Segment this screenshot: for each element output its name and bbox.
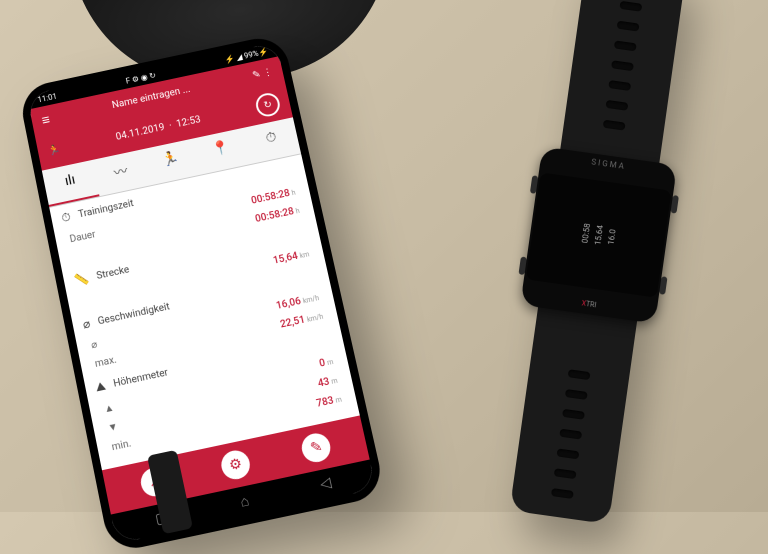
activity-date: 04.11.2019 xyxy=(115,122,166,143)
watch-brand-label: SIGMA xyxy=(591,157,627,171)
watch-button-bottom-left[interactable] xyxy=(518,256,526,275)
watch-button-top-right[interactable] xyxy=(670,195,678,214)
watch-button-bottom-right[interactable] xyxy=(659,276,667,295)
watch-model-label: XTRI xyxy=(581,299,597,309)
nav-back[interactable]: ◁ xyxy=(319,474,334,493)
distance-icon: 📏 xyxy=(73,271,90,288)
watch-band-bottom xyxy=(512,364,629,505)
section-title-label: Strecke xyxy=(95,264,130,282)
smartphone: 11:01 F ⚙ ◉ ↻ ⚡ ◢ 99%⚡ ≡ Name eintragen … xyxy=(18,33,387,554)
section-title-label: Trainingszeit xyxy=(77,198,134,220)
value-strecke: 15,64 xyxy=(272,251,299,267)
header-actions[interactable]: ✎ ⋮ xyxy=(251,67,273,82)
nav-home[interactable]: ⌂ xyxy=(239,492,251,511)
speed-icon: ⌀ xyxy=(82,316,92,331)
status-time: 11:01 xyxy=(37,92,58,105)
elevation-icon: ⛰ xyxy=(94,379,107,396)
smartwatch: SIGMA 00:58 15.64 16.0 XTRI xyxy=(510,0,687,524)
activity-time: 12:53 xyxy=(175,114,201,129)
watch-band-top xyxy=(564,0,684,136)
watch-line-3: 16.0 xyxy=(606,229,617,246)
label-dauer: Dauer xyxy=(69,229,97,245)
watch-body: SIGMA 00:58 15.64 16.0 XTRI xyxy=(520,146,677,323)
watch-screen[interactable]: 00:58 15.64 16.0 xyxy=(526,172,672,297)
phone-screen: 11:01 F ⚙ ◉ ↻ ⚡ ◢ 99%⚡ ≡ Name eintragen … xyxy=(27,42,377,544)
clock-icon: ⏱ xyxy=(60,210,72,226)
watch-button-top-left[interactable] xyxy=(530,175,538,194)
edit-button[interactable]: ✎ xyxy=(299,431,333,465)
hamburger-icon[interactable]: ≡ xyxy=(40,111,51,129)
sync-icon[interactable]: ↻ xyxy=(254,91,282,119)
watch-line-1: 00:58 xyxy=(580,223,592,244)
activity-type-icon[interactable]: 🏃 xyxy=(47,144,61,157)
settings-button[interactable]: ⚙ xyxy=(219,448,253,482)
watch-line-2: 15.64 xyxy=(593,224,605,245)
section-title-label: Höhenmeter xyxy=(112,367,169,389)
